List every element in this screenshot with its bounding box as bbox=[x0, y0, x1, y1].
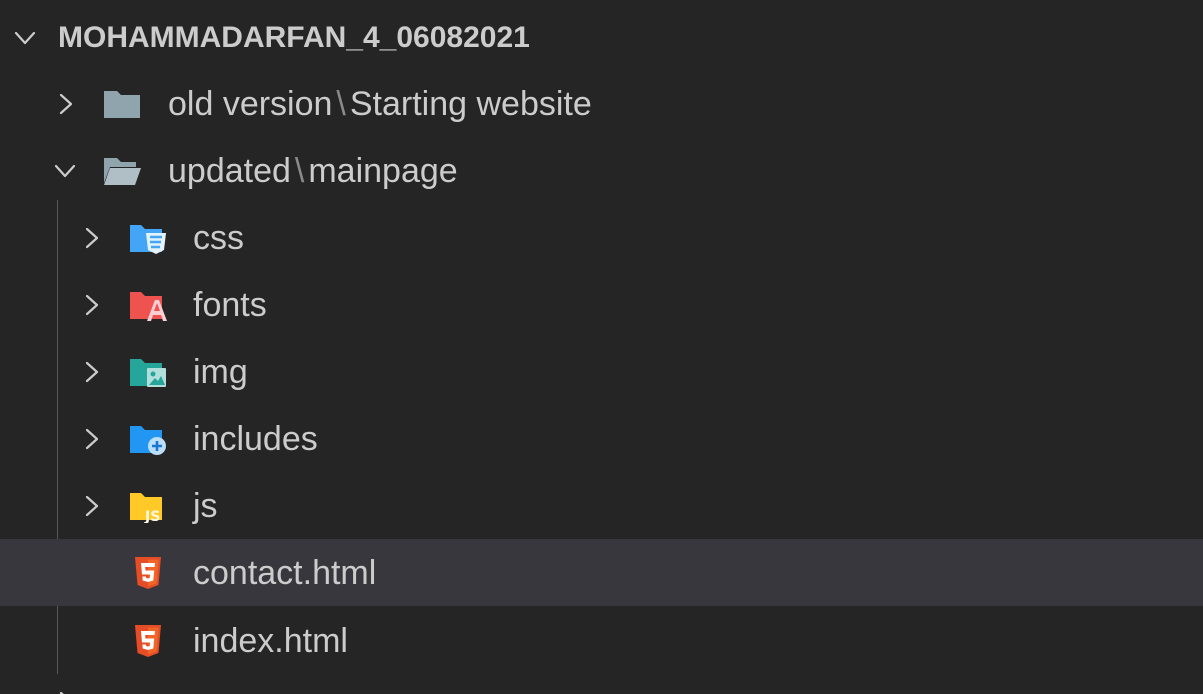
tree-item-index-html[interactable]: index.html bbox=[0, 607, 1203, 674]
svg-text:JS: JS bbox=[144, 509, 160, 523]
explorer-root-header[interactable]: MOHAMMADARFAN_4_06082021 bbox=[0, 4, 1203, 71]
chevron-right-icon[interactable] bbox=[76, 223, 106, 253]
image-folder-icon bbox=[128, 352, 168, 392]
js-folder-icon: JS bbox=[128, 486, 168, 526]
tree-item-label: img bbox=[193, 352, 248, 391]
chevron-right-icon[interactable] bbox=[50, 89, 80, 119]
tree-item-label: includes bbox=[193, 419, 318, 458]
tree-item-js[interactable]: JS js bbox=[0, 472, 1203, 539]
chevron-right-icon[interactable] bbox=[76, 290, 106, 320]
tree-item-label: js bbox=[193, 486, 218, 525]
chevron-right-icon[interactable] bbox=[52, 688, 78, 694]
tree-item-updated-mainpage[interactable]: updated \ mainpage bbox=[0, 137, 1203, 204]
tree-item-fonts[interactable]: fonts bbox=[0, 271, 1203, 338]
tree-item-label: old version \ Starting website bbox=[168, 84, 592, 123]
chevron-down-icon[interactable] bbox=[50, 156, 80, 186]
includes-folder-icon bbox=[128, 419, 168, 459]
tree-item-label: updated \ mainpage bbox=[168, 151, 458, 190]
css-folder-icon bbox=[128, 218, 168, 258]
chevron-right-icon[interactable] bbox=[76, 491, 106, 521]
tree-item-label: index.html bbox=[193, 621, 348, 660]
folder-closed-icon bbox=[104, 686, 140, 694]
folder-closed-icon bbox=[102, 84, 142, 124]
tree-item-label: fonts bbox=[193, 285, 267, 324]
chevron-right-icon[interactable] bbox=[76, 424, 106, 454]
tree-item-css[interactable]: css bbox=[0, 204, 1203, 271]
chevron-right-icon[interactable] bbox=[76, 357, 106, 387]
fonts-folder-icon bbox=[128, 285, 168, 325]
html5-icon bbox=[128, 553, 168, 593]
html5-icon bbox=[128, 621, 168, 661]
tree-item-img[interactable]: img bbox=[0, 338, 1203, 405]
tree-item-includes[interactable]: includes bbox=[0, 405, 1203, 472]
tree-item-partial[interactable] bbox=[0, 680, 1203, 694]
folder-open-icon bbox=[102, 151, 142, 191]
tree-item-label: css bbox=[193, 218, 244, 257]
tree-item-contact-html[interactable]: contact.html bbox=[0, 539, 1203, 606]
file-explorer: MOHAMMADARFAN_4_06082021 old version \ Sta… bbox=[0, 0, 1203, 694]
tree-item-old-version[interactable]: old version \ Starting website bbox=[0, 70, 1203, 137]
tree-item-label: contact.html bbox=[193, 553, 377, 592]
chevron-down-icon[interactable] bbox=[10, 23, 40, 53]
explorer-root-label: MOHAMMADARFAN_4_06082021 bbox=[58, 20, 530, 54]
